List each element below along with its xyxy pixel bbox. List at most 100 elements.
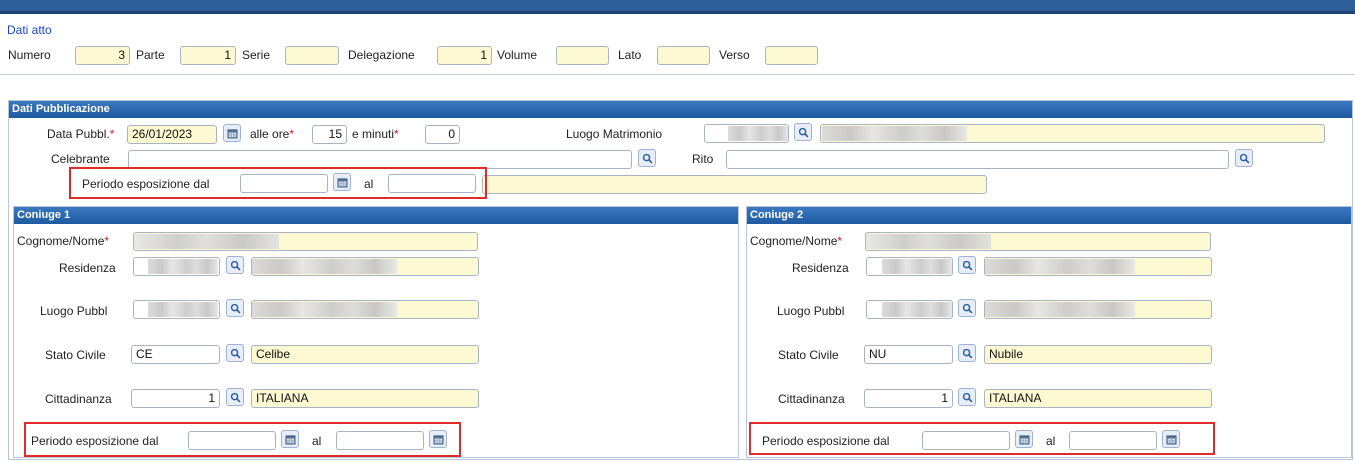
periodo-dal-label: Periodo esposizione dal: [82, 177, 210, 191]
calendar-icon: [1018, 434, 1030, 445]
panel-header-coniuge-1: Coniuge 1: [14, 207, 738, 224]
calendar-button[interactable]: [333, 173, 351, 191]
search-button[interactable]: [958, 299, 976, 317]
divider: [0, 74, 1355, 75]
serie-label: Serie: [242, 48, 271, 62]
data-pubbl-field[interactable]: 26/01/2023: [127, 125, 217, 144]
verso-field[interactable]: [765, 46, 818, 65]
section-title-dati-atto: Dati atto: [7, 23, 52, 37]
cittadinanza-desc-field[interactable]: ITALIANA: [251, 389, 479, 408]
redacted-value: [882, 302, 952, 317]
search-icon: [798, 127, 808, 137]
required-marker: *: [837, 234, 843, 248]
delegazione-label: Delegazione: [348, 48, 415, 62]
calendar-icon: [284, 434, 296, 445]
periodo-dal-label: Periodo esposizione dal: [762, 434, 890, 448]
panel-header-dati-pubblicazione: Dati Pubblicazione: [9, 101, 1352, 118]
data-pubbl-label: Data Pubbl.*: [47, 126, 114, 142]
search-icon: [230, 303, 240, 313]
minuti-label: e minuti*: [352, 126, 399, 142]
serie-field[interactable]: [285, 46, 339, 65]
ore-field[interactable]: 15: [312, 125, 347, 144]
calendar-button[interactable]: [429, 430, 447, 448]
search-button[interactable]: [638, 149, 656, 167]
search-icon: [962, 303, 972, 313]
calendar-button[interactable]: [1015, 430, 1033, 448]
residenza-label: Residenza: [59, 261, 116, 275]
periodo-al-field[interactable]: [336, 431, 424, 450]
periodo-dal-field[interactable]: [922, 431, 1010, 450]
required-marker: *: [109, 127, 115, 141]
search-button[interactable]: [1235, 149, 1253, 167]
cittadinanza-code-field[interactable]: 1: [864, 389, 953, 408]
delegazione-field[interactable]: 1: [437, 46, 492, 65]
search-icon: [642, 153, 652, 163]
cognome-nome-label-text: Cognome/Nome: [17, 234, 105, 248]
search-button[interactable]: [226, 256, 244, 274]
verso-label: Verso: [719, 48, 750, 62]
search-button[interactable]: [958, 256, 976, 274]
stato-civile-desc-field[interactable]: Celibe: [251, 345, 479, 364]
periodo-al-field[interactable]: [1069, 431, 1157, 450]
redacted-value: [148, 259, 218, 274]
lato-label: Lato: [618, 48, 642, 62]
periodo-dal-label: Periodo esposizione dal: [31, 434, 159, 448]
search-icon: [962, 392, 972, 402]
cognome-nome-label: Cognome/Nome*: [17, 233, 109, 249]
search-button[interactable]: [958, 344, 976, 362]
stato-civile-label: Stato Civile: [778, 348, 839, 362]
periodo-dal-field[interactable]: [240, 174, 328, 193]
redacted-value: [252, 259, 397, 274]
required-marker: *: [394, 127, 399, 141]
search-button[interactable]: [226, 299, 244, 317]
periodo-al-label: al: [364, 177, 374, 191]
stato-civile-code-field[interactable]: NU: [864, 345, 953, 364]
residenza-label: Residenza: [792, 261, 849, 275]
cittadinanza-label: Cittadinanza: [778, 392, 845, 406]
redacted-value: [728, 126, 788, 141]
rito-label: Rito: [692, 152, 714, 166]
redacted-value: [134, 234, 279, 249]
search-icon: [962, 260, 972, 270]
celebrante-label: Celebrante: [51, 152, 110, 166]
luogo-pubbl-label: Luogo Pubbl: [777, 304, 845, 318]
redacted-value: [252, 302, 397, 317]
parte-field[interactable]: 1: [180, 46, 236, 65]
periodo-dal-field[interactable]: [188, 431, 276, 450]
redacted-value: [882, 259, 952, 274]
search-button[interactable]: [226, 344, 244, 362]
cognome-nome-label: Cognome/Nome*: [750, 233, 842, 249]
periodo-al-label: al: [1046, 434, 1056, 448]
redacted-value: [866, 234, 991, 249]
parte-label: Parte: [136, 48, 165, 62]
cittadinanza-label: Cittadinanza: [45, 392, 112, 406]
redacted-value: [985, 259, 1135, 274]
calendar-icon: [336, 177, 348, 188]
cittadinanza-desc-field[interactable]: ITALIANA: [984, 389, 1212, 408]
periodo-description-field[interactable]: [482, 175, 987, 194]
search-button[interactable]: [958, 388, 976, 406]
lato-field[interactable]: [657, 46, 710, 65]
search-button[interactable]: [226, 388, 244, 406]
luogo-matrimonio-label: Luogo Matrimonio: [566, 127, 663, 141]
rito-field[interactable]: [726, 150, 1229, 169]
luogo-pubbl-label: Luogo Pubbl: [40, 304, 108, 318]
volume-label: Volume: [497, 48, 538, 62]
stato-civile-code-field[interactable]: CE: [131, 345, 220, 364]
volume-field[interactable]: [556, 46, 609, 65]
stato-civile-desc-field[interactable]: Nubile: [984, 345, 1212, 364]
required-marker: *: [289, 127, 295, 141]
cittadinanza-code-field[interactable]: 1: [131, 389, 220, 408]
stato-civile-label: Stato Civile: [45, 348, 106, 362]
minuti-field[interactable]: 0: [425, 125, 460, 144]
search-button[interactable]: [794, 123, 812, 141]
calendar-icon: [1165, 434, 1177, 445]
ore-label: alle ore*: [250, 126, 294, 142]
calendar-icon: [226, 128, 238, 139]
calendar-button[interactable]: [1162, 430, 1180, 448]
numero-field[interactable]: 3: [75, 46, 130, 65]
calendar-button[interactable]: [223, 124, 241, 142]
ore-label-text: alle ore: [250, 127, 290, 141]
periodo-al-field[interactable]: [388, 174, 476, 193]
calendar-button[interactable]: [281, 430, 299, 448]
